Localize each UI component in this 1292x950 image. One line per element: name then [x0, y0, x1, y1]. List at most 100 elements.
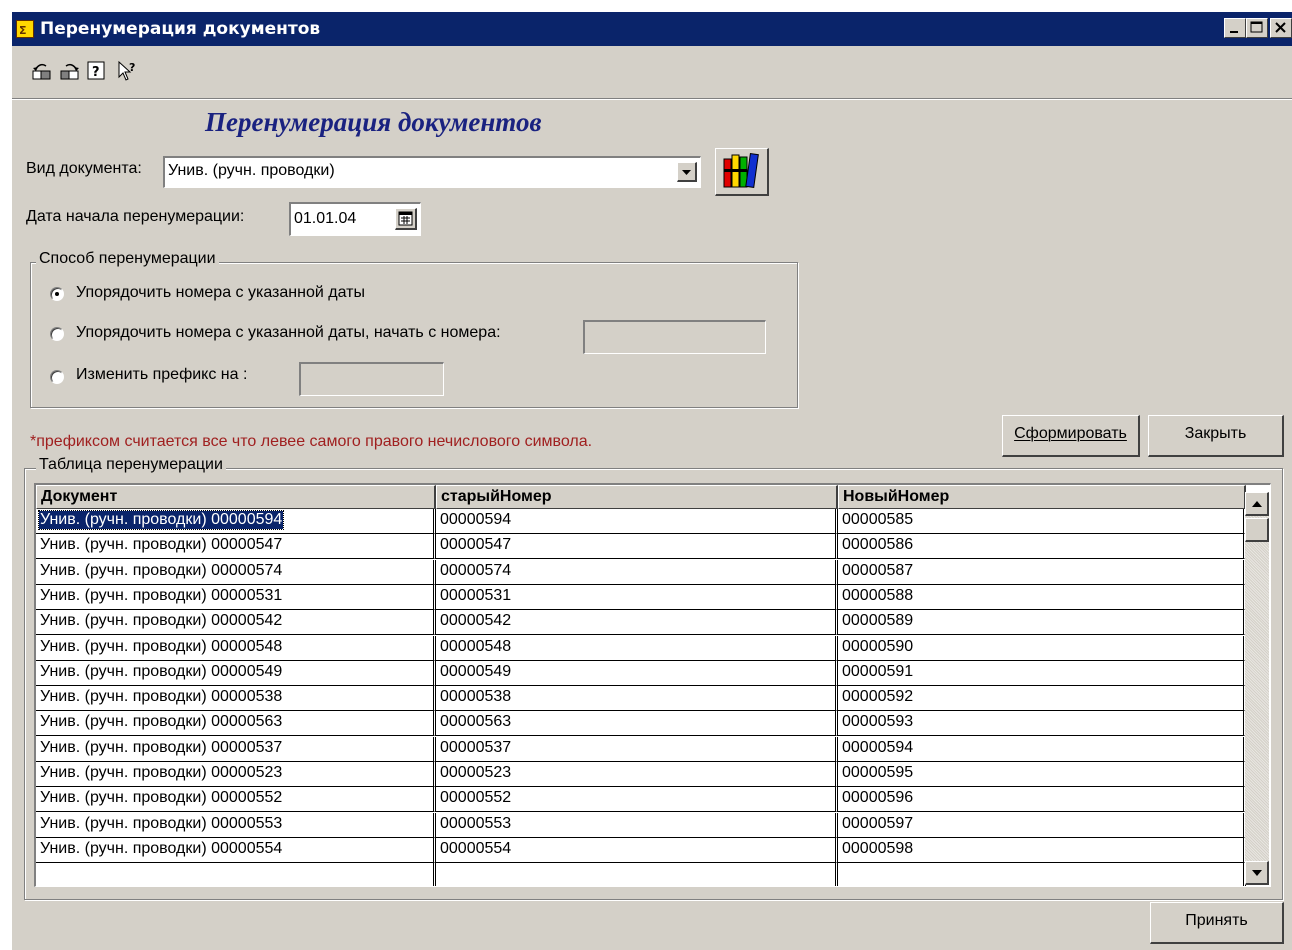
method-radio-sort-from-number[interactable]	[50, 327, 64, 341]
cell-old-number[interactable]: 00000574	[436, 559, 838, 585]
cell-old-number-text: 00000538	[440, 688, 512, 706]
cell-new-number-text: 00000596	[842, 789, 914, 807]
doc-type-select[interactable]: Унив. (ручн. проводки)	[163, 156, 701, 188]
column-header-document[interactable]: Документ	[36, 485, 436, 509]
cell-document[interactable]: Унив. (ручн. проводки) 00000547	[36, 534, 436, 560]
cell-document[interactable]: Унив. (ручн. проводки) 00000537	[36, 736, 436, 762]
cell-old-number[interactable]: 00000548	[436, 635, 838, 661]
window-title: Перенумерация документов	[40, 19, 321, 39]
cell-new-number[interactable]: 00000591	[838, 660, 1246, 686]
cell-document[interactable]: Унив. (ручн. проводки) 00000531	[36, 584, 436, 610]
doc-type-label: Вид документа:	[26, 160, 142, 177]
cell-document[interactable]: Унив. (ручн. проводки) 00000594	[36, 509, 436, 534]
cell-document[interactable]: Унив. (ручн. проводки) 00000549	[36, 660, 436, 686]
cell-old-number[interactable]: 00000531	[436, 584, 838, 610]
table-vertical-scrollbar[interactable]	[1245, 492, 1269, 885]
title-bar[interactable]: Σ Перенумерация документов	[12, 12, 1292, 46]
empty-cell[interactable]	[838, 863, 1246, 886]
start-number-input[interactable]	[583, 320, 766, 354]
cell-document[interactable]: Унив. (ручн. проводки) 00000538	[36, 686, 436, 712]
accept-button[interactable]: Принять	[1150, 902, 1284, 944]
cell-document-text: Унив. (ручн. проводки) 00000548	[40, 637, 283, 655]
renumber-window: Σ Перенумерация документов ? ? Перенумер…	[10, 10, 1292, 950]
cell-old-number[interactable]: 00000523	[436, 762, 838, 787]
select-document-button[interactable]	[715, 148, 769, 196]
cell-old-number-text: 00000594	[440, 511, 512, 528]
cell-old-number[interactable]: 00000547	[436, 534, 838, 560]
method-radio-change-prefix[interactable]	[50, 370, 64, 384]
minimize-button[interactable]	[1224, 18, 1246, 38]
column-header-old-number[interactable]: старыйНомер	[436, 485, 838, 509]
cell-old-number[interactable]: 00000537	[436, 736, 838, 762]
accept-button-label: Принять	[1185, 912, 1248, 929]
cell-document[interactable]: Унив. (ручн. проводки) 00000552	[36, 787, 436, 813]
scroll-up-button[interactable]	[1245, 492, 1269, 516]
method-radio-sort[interactable]	[50, 287, 64, 301]
cell-new-number[interactable]: 00000594	[838, 736, 1246, 762]
calendar-button[interactable]	[395, 208, 417, 230]
maximize-button[interactable]	[1246, 18, 1268, 38]
cell-document-text: Унив. (ручн. проводки) 00000594	[37, 510, 285, 530]
cell-old-number[interactable]: 00000552	[436, 787, 838, 813]
cell-new-number[interactable]: 00000590	[838, 635, 1246, 661]
svg-text:?: ?	[92, 65, 100, 80]
cell-document[interactable]: Унив. (ручн. проводки) 00000574	[36, 559, 436, 585]
cell-old-number[interactable]: 00000594	[436, 509, 838, 534]
cell-new-number[interactable]: 00000598	[838, 837, 1246, 863]
back-icon[interactable]	[30, 60, 52, 82]
cell-document[interactable]: Унив. (ручн. проводки) 00000548	[36, 635, 436, 661]
start-date-input[interactable]: 01.01.04	[289, 202, 421, 236]
method-option-sort-label[interactable]: Упорядочить номера с указанной даты	[76, 284, 365, 302]
form-button[interactable]: Сформировать	[1002, 415, 1140, 457]
cell-document-text: Унив. (ручн. проводки) 00000537	[40, 738, 283, 756]
cell-document[interactable]: Унив. (ручн. проводки) 00000523	[36, 762, 436, 787]
cell-document[interactable]: Унив. (ручн. проводки) 00000563	[36, 711, 436, 737]
cell-old-number[interactable]: 00000538	[436, 686, 838, 712]
cell-old-number[interactable]: 00000542	[436, 610, 838, 636]
scroll-thumb[interactable]	[1245, 518, 1269, 542]
cell-new-number[interactable]: 00000585	[838, 509, 1246, 534]
cell-new-number[interactable]: 00000588	[838, 584, 1246, 610]
column-header-new-number[interactable]: НовыйНомер	[838, 485, 1246, 509]
cell-new-number[interactable]: 00000593	[838, 711, 1246, 737]
cell-document[interactable]: Унив. (ручн. проводки) 00000542	[36, 610, 436, 636]
table-group-title: Таблица перенумерации	[36, 456, 226, 474]
cell-old-number[interactable]: 00000554	[436, 837, 838, 863]
cell-new-number[interactable]: 00000595	[838, 762, 1246, 787]
cell-new-number[interactable]: 00000592	[838, 686, 1246, 712]
maximize-icon	[1250, 21, 1263, 33]
cell-new-number[interactable]: 00000597	[838, 812, 1246, 838]
method-option-sort-from-number-label[interactable]: Упорядочить номера с указанной даты, нач…	[76, 324, 501, 342]
renumber-table[interactable]: Документ старыйНомер НовыйНомер Унив. (р…	[34, 483, 1271, 887]
cell-old-number[interactable]: 00000549	[436, 660, 838, 686]
doc-type-dropdown-button[interactable]	[677, 162, 697, 182]
forward-icon[interactable]	[58, 60, 80, 82]
close-form-button[interactable]: Закрыть	[1148, 415, 1284, 457]
cell-document-text: Унив. (ручн. проводки) 00000531	[40, 586, 283, 604]
cell-new-number[interactable]: 00000596	[838, 787, 1246, 813]
cell-new-number-text: 00000587	[842, 561, 914, 579]
cell-new-number-text: 00000588	[842, 586, 914, 604]
svg-text:?: ?	[129, 61, 135, 74]
cell-document[interactable]: Унив. (ручн. проводки) 00000553	[36, 812, 436, 838]
context-help-icon[interactable]: ?	[116, 60, 138, 82]
cell-old-number[interactable]: 00000563	[436, 711, 838, 737]
scroll-down-button[interactable]	[1245, 861, 1269, 885]
empty-cell[interactable]	[436, 863, 838, 886]
cell-new-number[interactable]: 00000589	[838, 610, 1246, 636]
cell-old-number-text: 00000542	[440, 612, 512, 630]
minimize-icon	[1230, 31, 1238, 33]
calendar-icon	[398, 211, 413, 226]
toolbar-separator	[12, 98, 1292, 100]
help-icon[interactable]: ?	[86, 60, 108, 82]
empty-cell[interactable]	[36, 863, 436, 886]
close-button[interactable]	[1270, 18, 1292, 38]
cell-new-number[interactable]: 00000586	[838, 534, 1246, 560]
cell-document[interactable]: Унив. (ручн. проводки) 00000554	[36, 837, 436, 863]
app-icon: Σ	[16, 20, 34, 38]
cell-new-number[interactable]: 00000587	[838, 559, 1246, 585]
doc-type-value: Унив. (ручн. проводки)	[168, 162, 335, 179]
prefix-input[interactable]	[299, 362, 444, 396]
cell-old-number[interactable]: 00000553	[436, 812, 838, 838]
method-option-change-prefix-label[interactable]: Изменить префикс на :	[76, 366, 247, 384]
